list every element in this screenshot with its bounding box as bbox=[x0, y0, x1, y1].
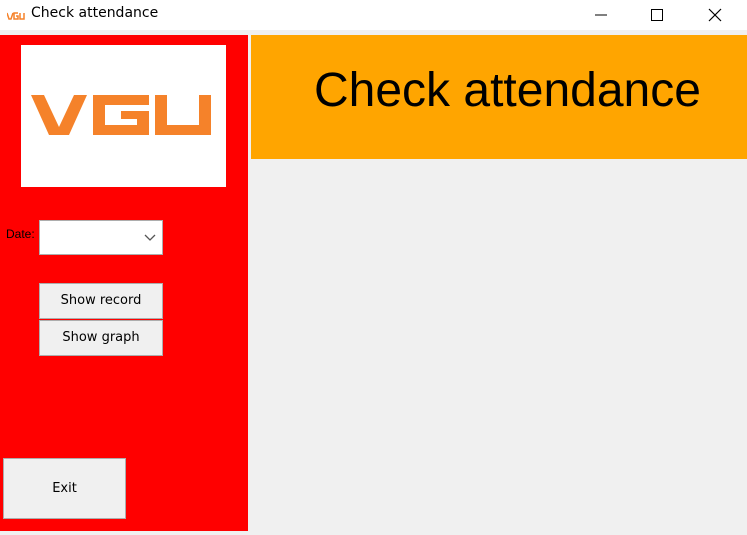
content-area bbox=[251, 159, 747, 531]
close-button[interactable] bbox=[692, 0, 738, 30]
minimize-icon bbox=[595, 14, 607, 16]
logo bbox=[21, 45, 226, 187]
show-graph-button[interactable]: Show graph bbox=[39, 320, 163, 356]
date-dropdown[interactable] bbox=[39, 220, 163, 255]
show-record-button[interactable]: Show record bbox=[39, 283, 163, 319]
vgu-logo-icon bbox=[6, 8, 25, 20]
title-bar[interactable]: Check attendance bbox=[0, 0, 747, 30]
exit-button[interactable]: Exit bbox=[3, 458, 126, 519]
maximize-icon bbox=[651, 9, 663, 21]
maximize-button[interactable] bbox=[634, 0, 680, 30]
page-title: Check attendance bbox=[314, 64, 701, 117]
app-window: Check attendance Date: Show record Show … bbox=[0, 0, 747, 535]
vgu-logo-icon bbox=[31, 95, 211, 135]
header-banner: Check attendance bbox=[251, 35, 747, 159]
chevron-down-icon bbox=[144, 234, 156, 241]
date-label: Date: bbox=[6, 227, 35, 241]
window-bottom-edge bbox=[0, 531, 747, 535]
sidebar: Date: Show record Show graph Exit bbox=[0, 35, 248, 531]
minimize-button[interactable] bbox=[578, 0, 624, 30]
close-icon bbox=[708, 8, 722, 22]
window-title: Check attendance bbox=[31, 5, 159, 21]
